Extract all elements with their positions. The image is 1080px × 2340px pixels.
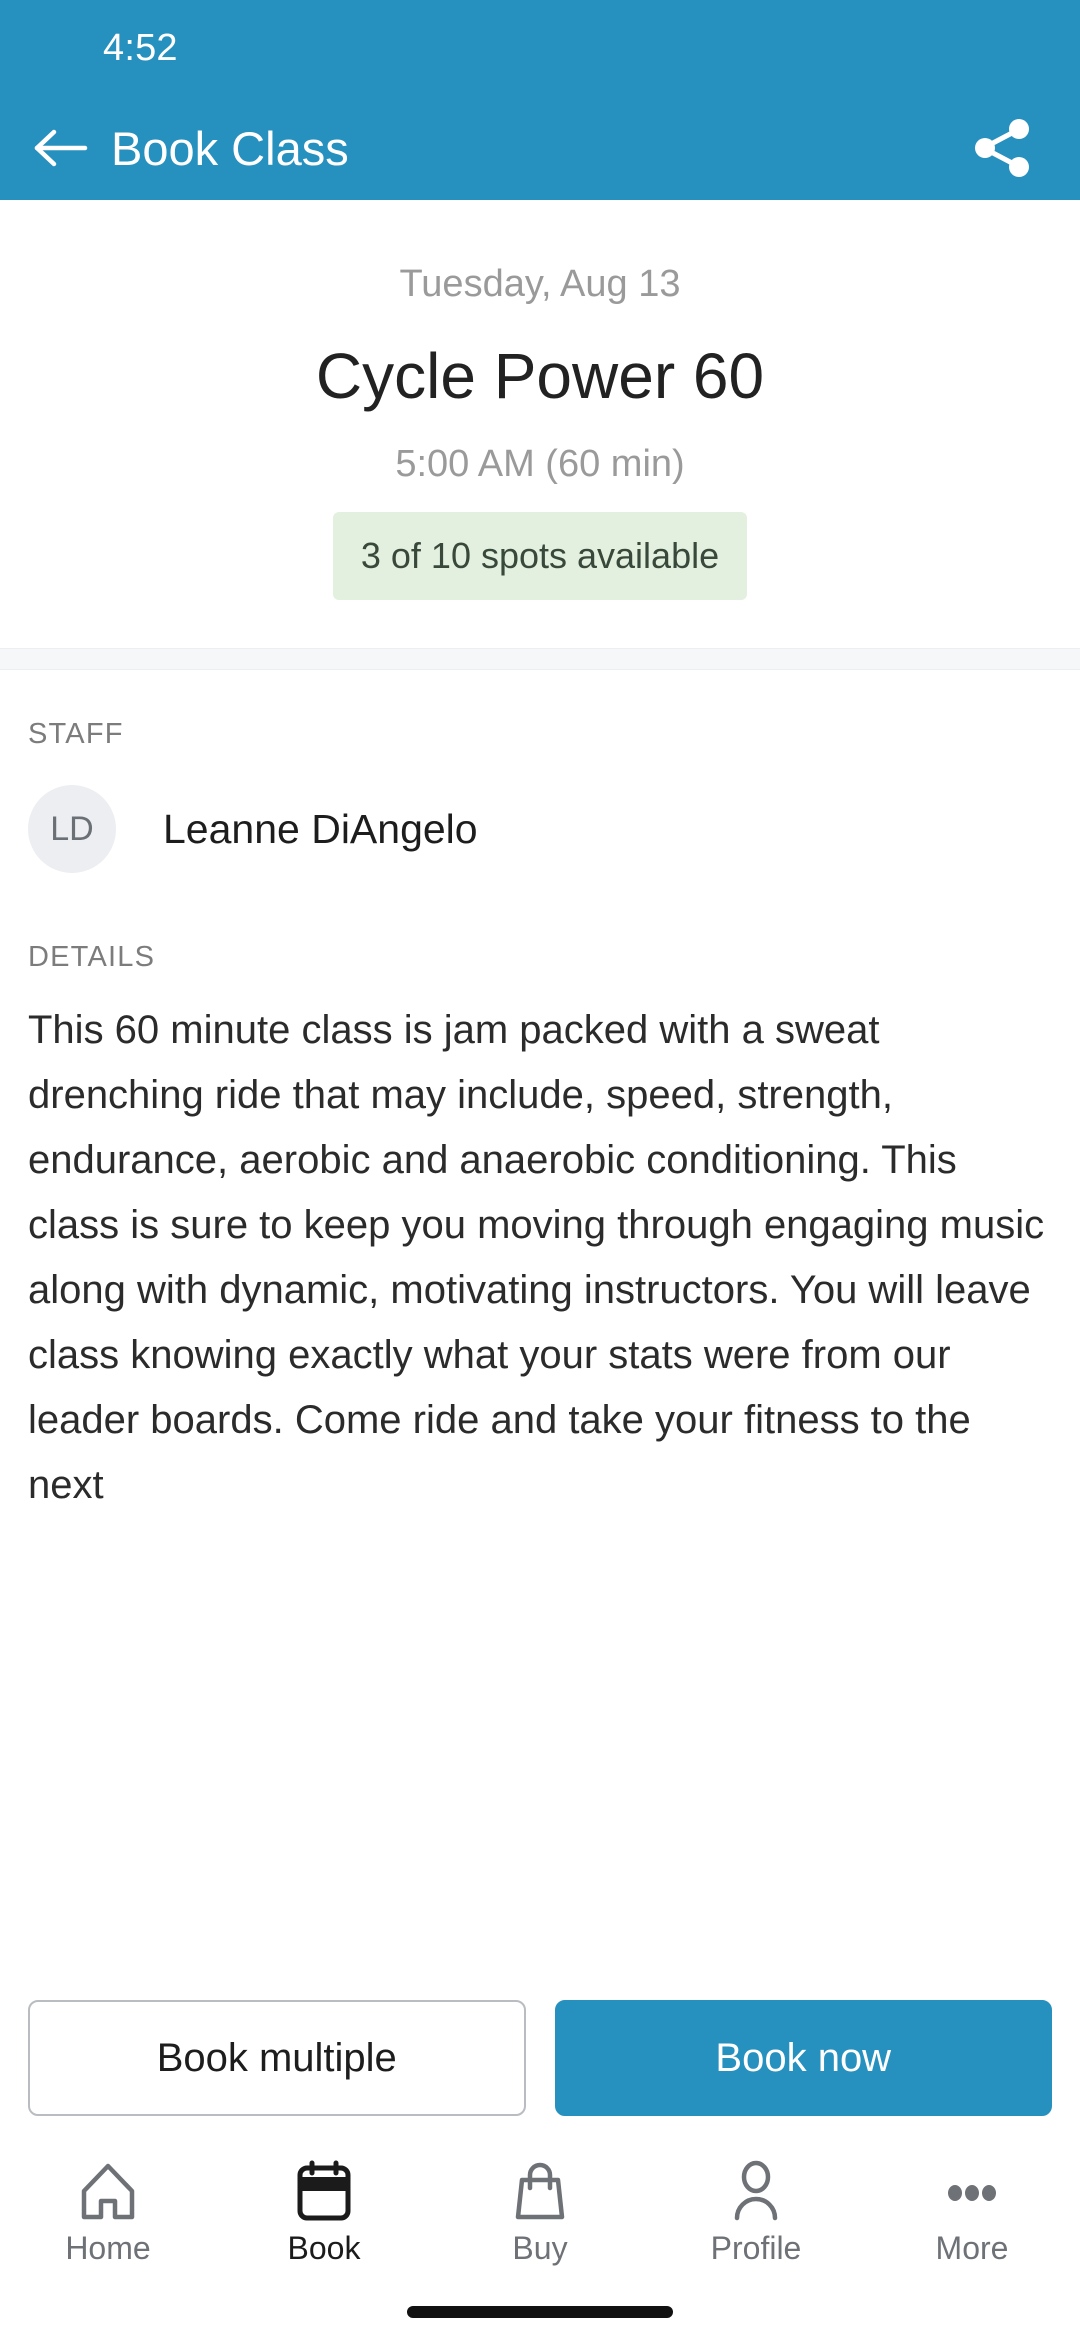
staff-row[interactable]: LD Leanne DiAngelo: [0, 751, 1080, 873]
staff-section-label: STAFF: [28, 718, 124, 750]
class-summary: Tuesday, Aug 13 Cycle Power 60 5:00 AM (…: [0, 200, 1080, 648]
nav-item-home[interactable]: Home: [0, 2156, 216, 2267]
person-icon: [727, 2156, 785, 2226]
share-icon[interactable]: [972, 117, 1034, 179]
nav-item-buy[interactable]: Buy: [432, 2156, 648, 2267]
class-date: Tuesday, Aug 13: [399, 263, 681, 305]
staff-name: Leanne DiAngelo: [163, 805, 478, 852]
home-icon: [79, 2156, 137, 2226]
status-badge: 3 of 10 spots available: [332, 512, 748, 600]
calendar-icon: [295, 2156, 353, 2226]
page-title: Book Class: [111, 121, 349, 175]
content-scroll-area[interactable]: STAFF LD Leanne DiAngelo DETAILS This 60…: [0, 670, 1080, 1978]
nav-item-more[interactable]: More: [864, 2156, 1080, 2267]
class-time: 5:00 AM (60 min): [395, 443, 685, 485]
back-arrow-icon[interactable]: [33, 120, 89, 176]
book-multiple-button[interactable]: Book multiple: [28, 2000, 526, 2116]
app-bar: 4:52 Book Class: [0, 0, 1080, 200]
class-description: This 60 minute class is jam packed with …: [28, 1008, 1045, 1507]
status-bar-clock: 4:52: [103, 26, 178, 69]
bottom-navigation: Home Book Buy Profile More: [0, 2140, 1080, 2340]
availability-badge-wrap: 3 of 10 spots available: [0, 512, 1080, 600]
home-indicator: [407, 2306, 673, 2318]
nav-label-home: Home: [65, 2230, 151, 2266]
section-divider: [0, 648, 1080, 670]
bag-icon: [511, 2156, 569, 2226]
app-screen: 4:52 Book Class Tuesday, Aug 13 Cycle Po…: [0, 0, 1080, 2340]
nav-label-buy: Buy: [512, 2230, 568, 2266]
ellipsis-icon: [943, 2156, 1001, 2226]
book-now-button[interactable]: Book now: [554, 2000, 1052, 2116]
nav-label-more: More: [935, 2230, 1009, 2266]
app-bar-row: Book Class: [0, 96, 1080, 200]
nav-label-book: Book: [287, 2230, 361, 2266]
class-name: Cycle Power 60: [315, 340, 765, 412]
nav-item-book[interactable]: Book: [216, 2156, 432, 2267]
status-bar: 4:52: [0, 0, 1080, 96]
nav-item-profile[interactable]: Profile: [648, 2156, 864, 2267]
avatar: LD: [28, 785, 116, 873]
nav-label-profile: Profile: [710, 2230, 802, 2266]
action-bar: Book multiple Book now: [0, 1978, 1080, 2140]
details-section-label: DETAILS: [28, 941, 156, 973]
